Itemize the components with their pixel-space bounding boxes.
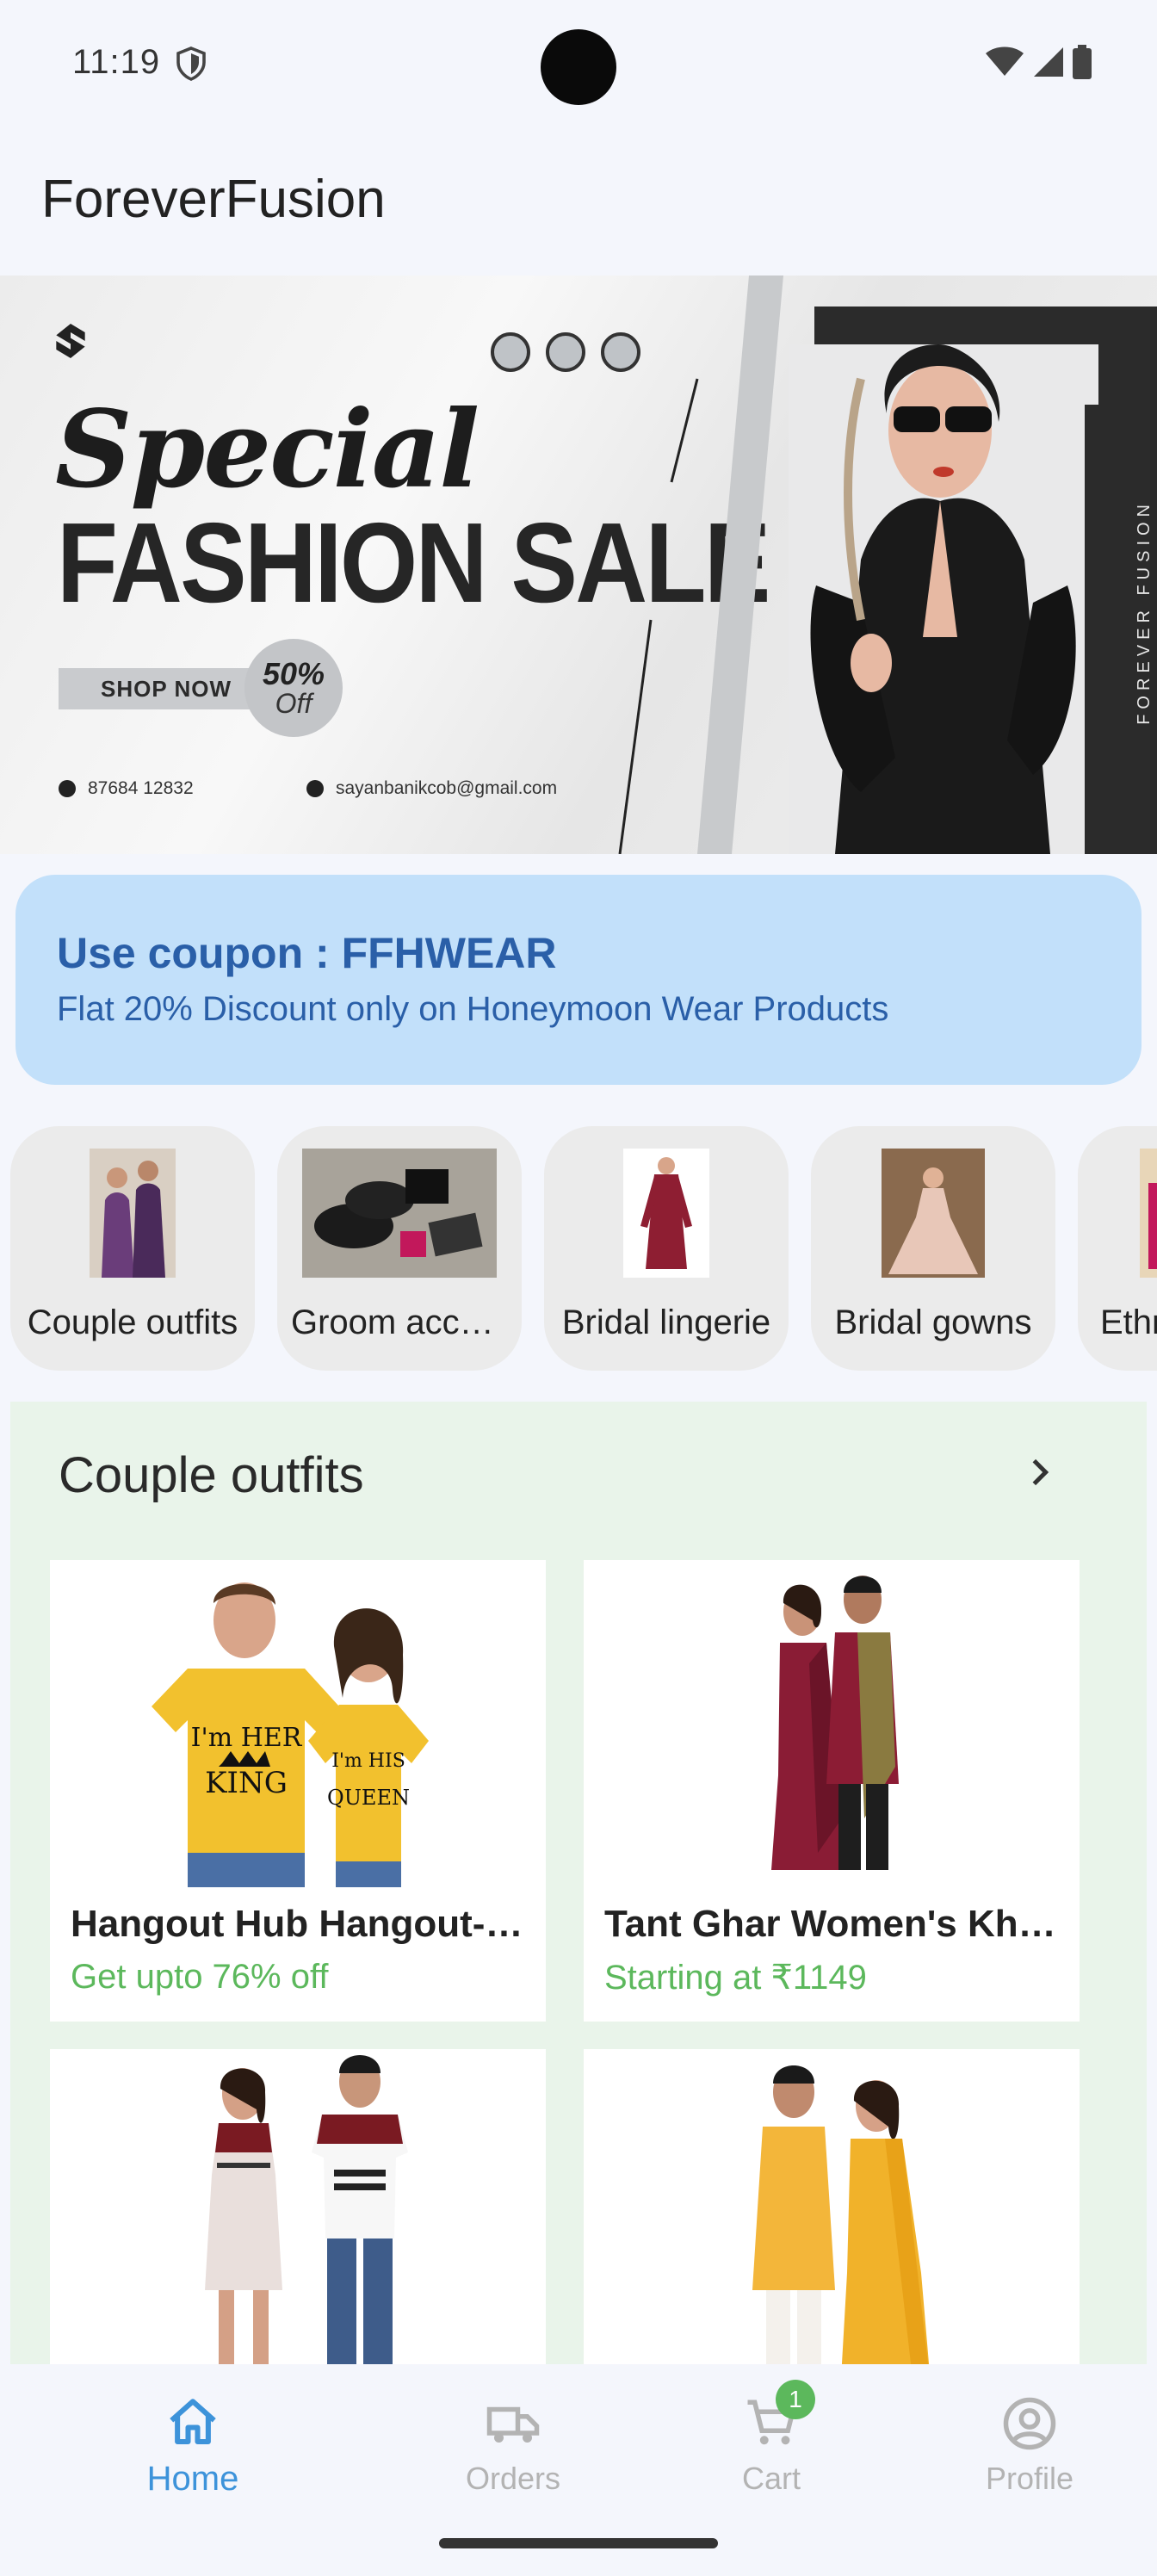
phone-icon	[59, 780, 76, 797]
svg-text:KING: KING	[205, 1766, 288, 1800]
product-name: Hangout Hub Hangout-Hub Couple T-shirt	[71, 1903, 525, 1945]
phone-text: 87684 12832	[88, 778, 194, 798]
product-card[interactable]	[50, 2049, 546, 2366]
svg-text:QUEEN: QUEEN	[327, 1786, 410, 1810]
nav-label: Profile	[985, 2461, 1074, 2496]
product-image	[50, 2049, 546, 2366]
category-label: Groom accessories	[291, 1303, 508, 1341]
shop-now-button[interactable]: SHOP NOW	[59, 668, 274, 709]
wifi-icon	[986, 46, 1024, 76]
nav-label: Orders	[465, 2461, 561, 2496]
discount-badge: 50% Off	[244, 639, 343, 737]
svg-text:I'm HER: I'm HER	[191, 1723, 303, 1753]
category-carousel[interactable]: Couple outfits Groom accessories Bridal …	[10, 1126, 1157, 1371]
category-label: Bridal gowns	[834, 1303, 1032, 1341]
product-price: Get upto 76% off	[71, 1958, 329, 1996]
home-indicator[interactable]	[439, 2538, 718, 2548]
category-chip-couple-outfits[interactable]: Couple outfits	[10, 1126, 255, 1371]
cart-count-badge: 1	[776, 2380, 815, 2419]
groom-accessories-thumbnail-icon	[302, 1149, 497, 1278]
category-label: Bridal lingerie	[561, 1303, 771, 1341]
status-icons	[985, 45, 1092, 79]
section-title: Couple outfits	[59, 1447, 364, 1503]
truck-icon	[486, 2406, 540, 2443]
home-icon	[170, 2398, 216, 2444]
carousel-dot[interactable]	[491, 332, 530, 372]
coupon-title: Use coupon : FFHWEAR	[57, 929, 557, 977]
status-bar: 11:19	[0, 0, 1157, 129]
product-image	[584, 2049, 1080, 2366]
svg-text:I'm HIS: I'm HIS	[331, 1750, 405, 1772]
couple-outfits-section: Couple outfits I'm HER KING I'm HIS QUEE…	[10, 1402, 1147, 2366]
discount-word: Off	[275, 688, 312, 719]
signal-icon	[1034, 47, 1063, 77]
app-title: ForeverFusion	[41, 170, 386, 229]
category-chip-bridal-lingerie[interactable]: Bridal lingerie	[544, 1126, 789, 1371]
brand-logo-icon	[56, 324, 85, 358]
product-image	[584, 1560, 1080, 1887]
chevron-right-icon[interactable]	[1023, 1455, 1057, 1489]
discount-value: 50%	[262, 656, 325, 691]
status-time: 11:19	[72, 43, 161, 81]
product-card[interactable]	[584, 2049, 1080, 2366]
battery-icon	[1073, 45, 1092, 79]
nav-orders[interactable]: Orders	[368, 2364, 658, 2528]
model-photo	[618, 276, 1157, 854]
category-chip-ethnic-wear[interactable]: Ethnic wear	[1078, 1126, 1157, 1371]
shield-icon	[176, 46, 206, 81]
coupon-card[interactable]: Use coupon : FFHWEAR Flat 20% Discount o…	[15, 875, 1142, 1085]
promo-banner[interactable]: Special FASHION SALE SHOP NOW 50% Off 87…	[0, 276, 1157, 854]
carousel-dot[interactable]	[546, 332, 585, 372]
bridal-gown-thumbnail-icon	[882, 1149, 985, 1278]
nav-label: Home	[146, 2459, 239, 2498]
couple-thumbnail-icon	[90, 1149, 176, 1278]
category-chip-bridal-gowns[interactable]: Bridal gowns	[811, 1126, 1055, 1371]
banner-vertical-brand: FOREVER FUSION	[1135, 499, 1154, 725]
bridal-lingerie-thumbnail-icon	[623, 1149, 709, 1278]
product-price: Starting at ₹1149	[604, 1959, 867, 1997]
nav-cart[interactable]: 1 Cart	[627, 2364, 916, 2528]
category-label: Couple outfits	[27, 1303, 238, 1341]
category-chip-groom-accessories[interactable]: Groom accessories	[277, 1126, 522, 1371]
nav-label: Cart	[741, 2461, 801, 2496]
profile-icon	[1003, 2397, 1056, 2450]
mail-icon	[306, 780, 324, 797]
banner-email: sayanbanikcob@gmail.com	[306, 778, 557, 799]
camera-cutout	[541, 29, 616, 105]
cart-icon-wrap: 1	[743, 2380, 815, 2452]
nav-home[interactable]: Home	[48, 2364, 337, 2528]
nav-profile[interactable]: Profile	[885, 2364, 1157, 2528]
email-text: sayanbanikcob@gmail.com	[336, 778, 558, 798]
category-label: Ethnic wear	[1100, 1303, 1157, 1341]
ethnic-thumbnail-icon	[1140, 1149, 1157, 1278]
product-name: Tant Ghar Women's Khadi Saree	[604, 1903, 1059, 1945]
banner-script-text: Special	[55, 387, 480, 512]
product-image: I'm HER KING I'm HIS QUEEN	[50, 1560, 546, 1887]
product-card[interactable]: I'm HER KING I'm HIS QUEEN Hangout Hub H…	[50, 1560, 546, 2022]
product-card[interactable]: Tant Ghar Women's Khadi Saree Starting a…	[584, 1560, 1080, 2022]
banner-phone: 87684 12832	[59, 778, 194, 799]
coupon-subtitle: Flat 20% Discount only on Honeymoon Wear…	[57, 990, 889, 1028]
